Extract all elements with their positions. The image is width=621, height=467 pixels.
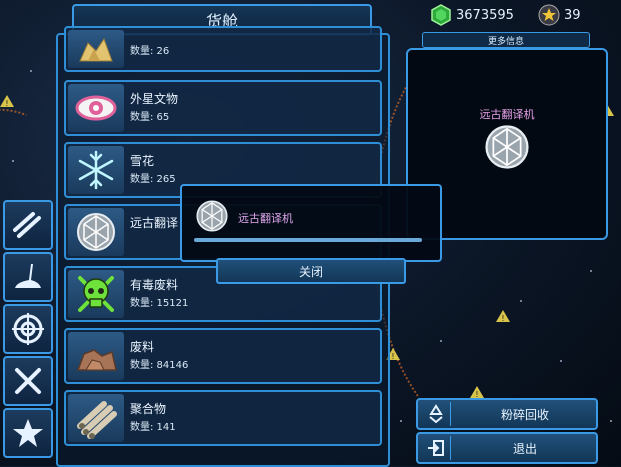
recycle-button-label: 粉碎回收 [500, 408, 549, 422]
tools-icon [15, 368, 41, 394]
exit-icon [428, 440, 444, 456]
svg-text:!: ! [391, 352, 394, 360]
warning-icon: ! [496, 310, 510, 322]
warning-icon: ! [470, 386, 484, 398]
cargo-item-polymer[interactable]: 聚合物 数量: 141 [64, 390, 382, 446]
item-name: 聚合物 [130, 402, 167, 416]
detail-item-name: 远古翻译机 [479, 108, 535, 121]
pipes-icon [77, 401, 117, 439]
item-icon-box [68, 30, 124, 68]
item-name: 废料 [130, 340, 155, 354]
svg-text:!: ! [475, 390, 478, 398]
warning-icon: ! [0, 95, 14, 107]
geodesic-sphere-icon [77, 213, 115, 251]
stars-display: 39 [538, 3, 581, 27]
item-quantity: 数量: 26 [130, 46, 170, 57]
cargo-item-alien-artifact[interactable]: 外星文物 数量: 65 [64, 80, 382, 136]
item-name: 有毒废料 [130, 278, 179, 292]
skull-icon [78, 276, 114, 312]
item-icon-box [68, 146, 124, 194]
cargo-item-scrap[interactable]: 废料 数量: 84146 [64, 328, 382, 384]
svg-text:!: ! [501, 314, 504, 322]
exit-icon-box [422, 436, 451, 460]
recycle-icon [429, 404, 443, 424]
tab-equipment[interactable] [3, 252, 53, 302]
stars-value: 39 [564, 7, 581, 23]
credits-value: 3673595 [456, 7, 514, 23]
tab-tools[interactable] [3, 356, 53, 406]
crystal-icon [79, 37, 113, 62]
tab-materials[interactable] [3, 200, 53, 250]
recycle-button[interactable]: 粉碎回收 [416, 398, 598, 430]
item-name: 远古翻译 [130, 216, 179, 230]
close-button[interactable]: 关闭 [216, 258, 406, 284]
item-popup: 远古翻译机 [180, 184, 442, 262]
item-quantity: 数量: 265 [130, 174, 176, 185]
item-name: 雪花 [130, 154, 155, 168]
popup-item-name: 远古翻译机 [238, 212, 293, 225]
boot-icon [15, 264, 41, 288]
item-quantity: 数量: 84146 [130, 360, 189, 371]
star-coin-icon [538, 4, 560, 26]
item-quantity: 数量: 65 [130, 112, 170, 123]
item-name: 外星文物 [130, 92, 179, 106]
item-quantity: 数量: 15121 [130, 298, 189, 309]
recycle-icon-box [422, 402, 451, 426]
pipes-icon [13, 212, 41, 238]
cargo-item-crystal[interactable]: 数量: 26 [64, 26, 382, 72]
item-icon-box [68, 84, 124, 132]
exit-button[interactable]: 退出 [416, 432, 598, 464]
item-icon-box [68, 270, 124, 318]
item-quantity: 数量: 141 [130, 422, 176, 433]
more-info-label: 更多信息 [487, 36, 524, 47]
geodesic-sphere-icon [196, 200, 228, 232]
rock-pile-icon [76, 349, 117, 371]
credits-display: 3673595 [430, 3, 514, 27]
eye-icon [75, 95, 117, 121]
gem-icon [431, 4, 451, 26]
item-icon-box [68, 208, 124, 256]
tab-weapons[interactable] [3, 304, 53, 354]
item-icon-box [68, 394, 124, 442]
close-button-label: 关闭 [298, 264, 323, 279]
snowflake-icon [78, 150, 114, 190]
target-icon [12, 313, 44, 345]
geodesic-sphere-icon [485, 125, 529, 169]
exit-button-label: 退出 [512, 442, 537, 456]
item-icon-box [68, 332, 124, 380]
tab-favorites[interactable] [3, 408, 53, 458]
more-info-header: 更多信息 [422, 32, 590, 48]
popup-progress-bar [194, 238, 422, 242]
svg-text:!: ! [5, 99, 8, 107]
star-icon [13, 419, 43, 447]
